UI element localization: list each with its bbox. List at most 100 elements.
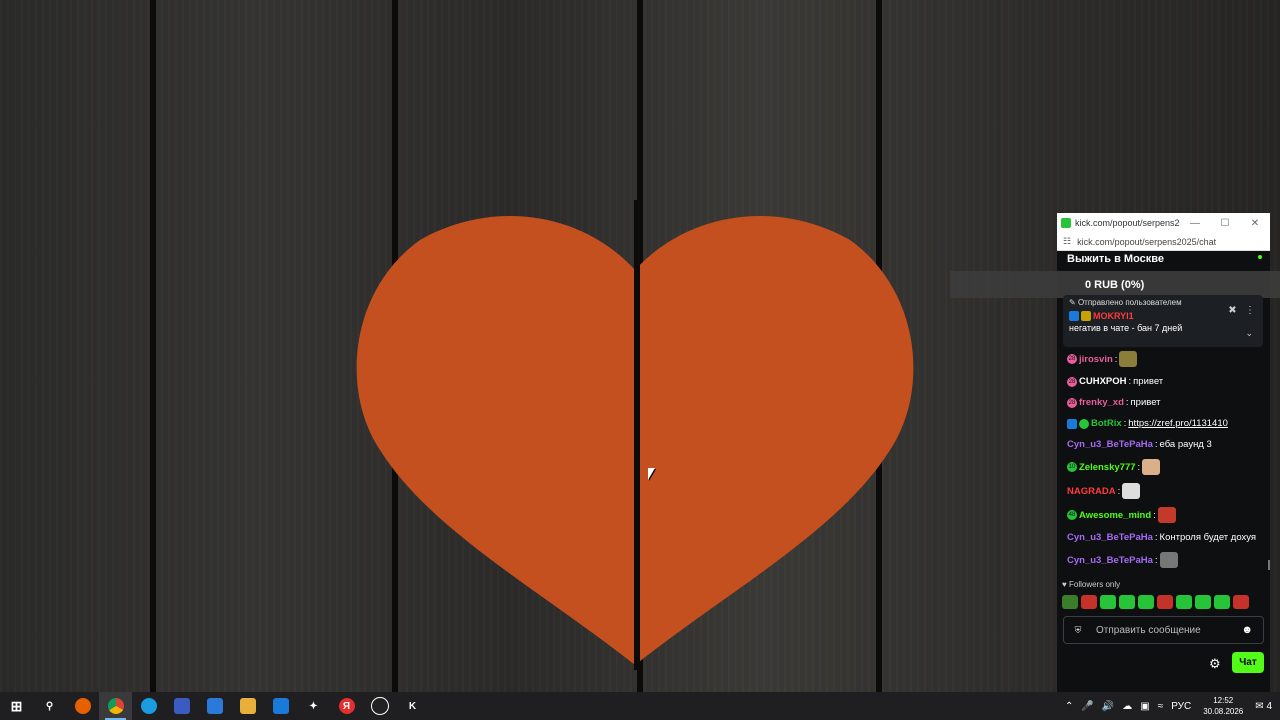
kick-favicon-icon — [1061, 218, 1071, 228]
chat-emote-icon[interactable] — [1157, 507, 1176, 523]
cloud-icon[interactable]: ☁ — [1122, 701, 1132, 712]
chat-message-list: 28 jirosvin:28 CUHXPOH: привет 28 frenky_xd: п… — [1067, 347, 1267, 572]
notification-count: 4 — [1266, 700, 1272, 712]
moderator-badge-icon — [1069, 311, 1079, 321]
chat-emote-icon[interactable] — [1122, 483, 1141, 499]
kick-app-icon[interactable]: K — [396, 692, 429, 720]
emoji-picker-icon[interactable]: ☻ — [1241, 624, 1253, 636]
network-icon[interactable]: ▣ — [1140, 701, 1149, 712]
edge-icon[interactable] — [132, 692, 165, 720]
colon-separator: : — [1154, 554, 1158, 566]
mouse-cursor — [648, 468, 655, 480]
scrollbar[interactable] — [1268, 560, 1270, 570]
yandex-browser-icon[interactable]: Я — [330, 692, 363, 720]
firefox-icon[interactable] — [66, 692, 99, 720]
address-bar[interactable]: ☷ kick.com/popout/serpens2025/chat — [1057, 233, 1270, 251]
chat-message: 10 Zelensky777: — [1067, 455, 1267, 479]
microphone-icon[interactable]: 🎤 — [1081, 701, 1093, 712]
subscriber-badge-icon: 28 — [1067, 397, 1077, 408]
chat-settings-gear-icon[interactable]: ⚙ — [1209, 656, 1221, 672]
maximize-icon[interactable]: ☐ — [1210, 218, 1240, 229]
pinned-text: негатив в чате - бан 7 дней — [1069, 323, 1183, 333]
windows-start-icon[interactable]: ⊞ — [0, 692, 33, 720]
chat-emote-icon[interactable] — [1159, 552, 1178, 568]
chat-message: BotRix: https://zref.pro/1131410 — [1067, 413, 1267, 434]
subscriber-badge-icon: 28 — [1067, 376, 1077, 387]
chat-username[interactable]: frenky_xd — [1079, 396, 1124, 409]
notification-center-icon[interactable]: ✉ 4 — [1255, 701, 1272, 712]
colon-separator: : — [1117, 485, 1121, 497]
quick-emote-icon[interactable] — [1176, 595, 1192, 609]
language-indicator[interactable]: РУС — [1171, 701, 1191, 712]
colon-separator: : — [1125, 397, 1129, 408]
colon-separator: : — [1114, 353, 1118, 365]
followers-only-text: Followers only — [1068, 580, 1121, 589]
chat-username[interactable]: Cyn_u3_BeTePaHa — [1067, 531, 1153, 544]
sparkle-icon[interactable]: ✦ — [297, 692, 330, 720]
subscriber-badge-icon: 10 — [1067, 462, 1077, 472]
chat-message: Cyn_u3_BeTePaHa: — [1067, 548, 1267, 572]
chat-username[interactable]: jirosvin — [1079, 353, 1113, 366]
chat-username[interactable]: Zelensky777 — [1079, 461, 1136, 474]
colon-separator: : — [1154, 439, 1158, 450]
send-chat-button[interactable]: Чат — [1232, 652, 1264, 673]
quick-emote-icon[interactable] — [1081, 595, 1097, 609]
clock-date: 30.08.2026 — [1203, 707, 1244, 716]
chat-username[interactable]: Cyn_u3_BeTePaHa — [1067, 438, 1153, 451]
quick-emote-icon[interactable] — [1195, 595, 1211, 609]
colon-separator: : — [1128, 376, 1132, 387]
save-icon[interactable] — [165, 692, 198, 720]
chat-title-text: Выжить в Москве — [1067, 253, 1165, 265]
chat-message: Cyn_u3_BeTePaHa: еба раунд 3 — [1067, 434, 1267, 455]
subscriber-badge-icon: 28 — [1067, 354, 1077, 364]
close-icon[interactable]: ✕ — [1240, 218, 1270, 229]
pin-menu-icon[interactable]: ✖ ⋮ — [1228, 305, 1255, 316]
chat-message-input[interactable] — [1094, 623, 1242, 637]
live-indicator-icon — [1258, 255, 1262, 259]
pinned-username[interactable]: MOKRYI1 — [1093, 311, 1134, 321]
quick-emote-icon[interactable] — [1157, 595, 1173, 609]
system-tray: ⌃ 🎤 🔊 ☁ ▣ ≈ РУС 12:52 30.08.2026 ✉ 4 — [1061, 692, 1280, 720]
chevron-up-icon[interactable]: ⌃ — [1065, 701, 1073, 712]
emote-quick-bar — [1062, 595, 1249, 609]
chat-message: NAGRADA: — [1067, 479, 1267, 503]
quick-emote-icon[interactable] — [1062, 595, 1078, 609]
site-settings-icon[interactable]: ☷ — [1063, 236, 1071, 247]
chevron-down-icon[interactable]: ⌄ — [1245, 328, 1253, 339]
popup-titlebar: kick.com/popout/serpens20... — ☐ ✕ — [1057, 213, 1270, 233]
mail-icon[interactable] — [264, 692, 297, 720]
quick-emote-icon[interactable] — [1233, 595, 1249, 609]
chat-message: 28 jirosvin: — [1067, 347, 1267, 371]
clock-time: 12:52 — [1213, 696, 1234, 705]
chat-username[interactable]: Awesome_mind — [1079, 509, 1151, 522]
volume-icon[interactable]: 🔊 — [1102, 701, 1114, 712]
donation-goal-bar: 0 RUB (0%) — [950, 271, 1280, 298]
chat-emote-icon[interactable] — [1142, 459, 1161, 475]
obs-icon[interactable] — [363, 692, 396, 720]
chrome-icon[interactable] — [99, 692, 132, 720]
chat-username[interactable]: CUHXPOH — [1079, 375, 1127, 388]
quick-emote-icon[interactable] — [1138, 595, 1154, 609]
colon-separator: : — [1154, 532, 1158, 543]
bot-badge-icon — [1067, 418, 1077, 429]
search-icon[interactable]: ⚲ — [33, 692, 66, 720]
quick-emote-icon[interactable] — [1119, 595, 1135, 609]
chat-username[interactable]: BotRix — [1091, 417, 1122, 430]
chat-username[interactable]: NAGRADA — [1067, 485, 1116, 498]
chat-emote-icon[interactable] — [1119, 351, 1138, 367]
chat-title: Выжить в Москве — [1057, 251, 1270, 269]
quick-emote-icon[interactable] — [1214, 595, 1230, 609]
chat-link[interactable]: https://zref.pro/1131410 — [1128, 417, 1228, 430]
quick-emote-icon[interactable] — [1100, 595, 1116, 609]
subscriber-badge-icon: 48 — [1067, 510, 1077, 520]
store-icon[interactable] — [198, 692, 231, 720]
minimize-icon[interactable]: — — [1180, 218, 1210, 229]
file-explorer-icon[interactable] — [231, 692, 264, 720]
pinned-message: ✎ Отправлено пользователем MOKRYI1 негат… — [1063, 295, 1263, 347]
chat-text: еба раунд 3 — [1159, 439, 1212, 450]
wifi-icon[interactable]: ≈ — [1158, 701, 1164, 712]
clock[interactable]: 12:52 30.08.2026 — [1203, 695, 1243, 717]
chat-input-container: ⛨ ☻ — [1063, 616, 1264, 644]
chat-message: 48 Awesome_mind: — [1067, 503, 1267, 527]
chat-username[interactable]: Cyn_u3_BeTePaHa — [1067, 554, 1153, 567]
